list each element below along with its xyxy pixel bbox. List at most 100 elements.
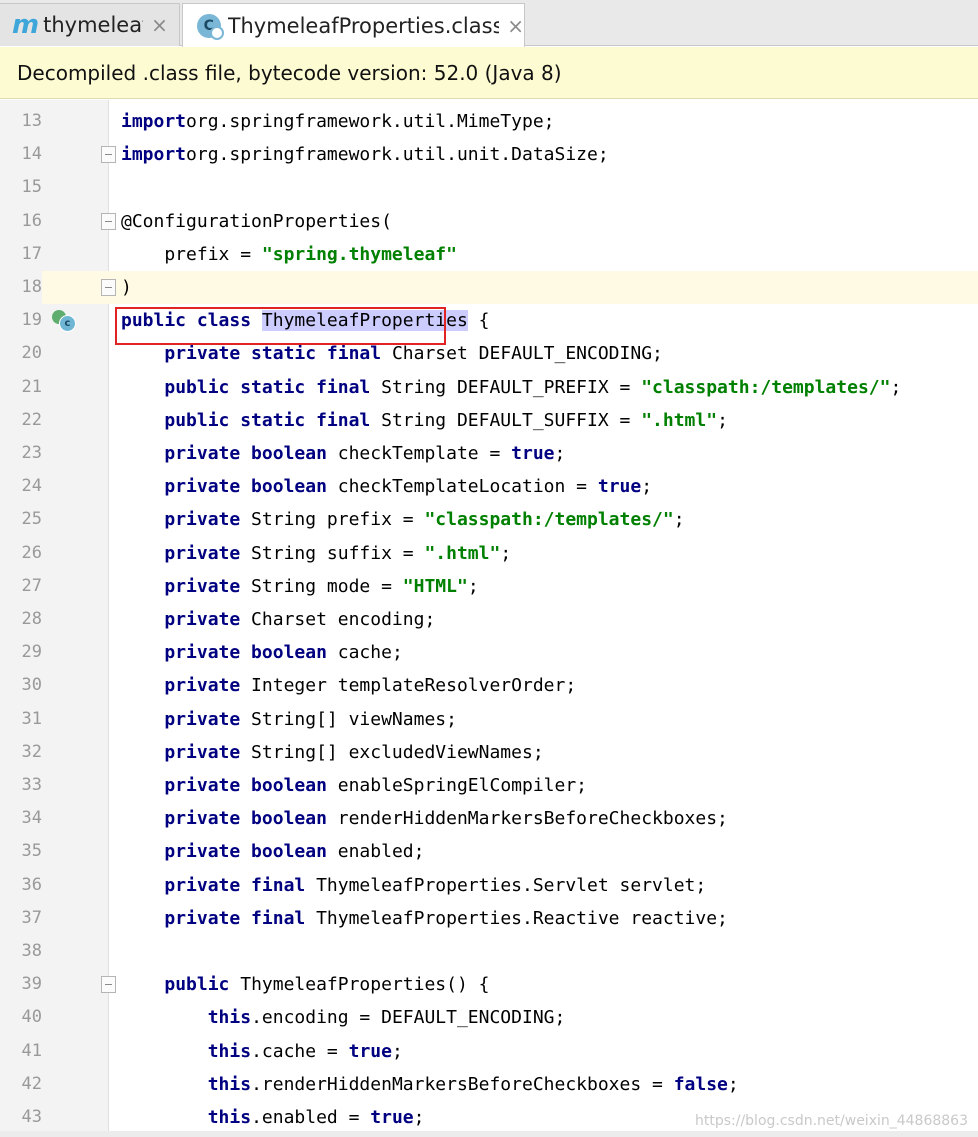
- code-line[interactable]: 16 @ConfigurationProperties(: [0, 205, 978, 238]
- code-line[interactable]: 37 private final ThymeleafProperties.Rea…: [0, 902, 978, 935]
- decompiled-notice-banner: Decompiled .class file, bytecode version…: [0, 47, 978, 99]
- line-number: 25: [21, 509, 42, 530]
- code-text[interactable]: private final ThymeleafProperties.Servle…: [121, 869, 706, 902]
- close-icon[interactable]: ×: [507, 14, 524, 38]
- code-text[interactable]: public static final String DEFAULT_SUFFI…: [121, 404, 728, 437]
- code-line[interactable]: 22 public static final String DEFAULT_SU…: [0, 404, 978, 437]
- code-text[interactable]: private String mode = "HTML";: [121, 570, 478, 603]
- code-text[interactable]: private boolean renderHiddenMarkersBefor…: [121, 802, 728, 835]
- code-text[interactable]: private boolean checkTemplate = true;: [121, 437, 565, 470]
- code-text[interactable]: private boolean checkTemplateLocation = …: [121, 470, 652, 503]
- code-line[interactable]: 14 importorg.springframework.util.unit.Da…: [0, 138, 978, 171]
- code-token: String DEFAULT_SUFFIX =: [370, 409, 642, 431]
- code-text[interactable]: public static final String DEFAULT_PREFI…: [121, 371, 901, 404]
- line-number: 26: [21, 542, 42, 563]
- code-text[interactable]: private final ThymeleafProperties.Reacti…: [121, 902, 728, 935]
- code-token: enabled;: [326, 841, 425, 863]
- code-token: prefix =: [121, 243, 262, 265]
- code-line[interactable]: 15: [0, 171, 978, 204]
- string-token: "HTML": [402, 575, 468, 597]
- code-text[interactable]: private String suffix = ".html";: [121, 537, 511, 570]
- close-icon[interactable]: ×: [151, 13, 168, 37]
- code-line[interactable]: 13 importorg.springframework.util.MimeTyp…: [0, 105, 978, 138]
- code-line[interactable]: 21 public static final String DEFAULT_PR…: [0, 371, 978, 404]
- tab-label: ThymeleafProperties.class: [227, 13, 500, 38]
- code-line[interactable]: 24 private boolean checkTemplateLocation…: [0, 470, 978, 503]
- code-line[interactable]: 38: [0, 935, 978, 968]
- code-text[interactable]: importorg.springframework.util.MimeType;: [121, 105, 555, 138]
- code-line[interactable]: 40 this.encoding = DEFAULT_ENCODING;: [0, 1001, 978, 1034]
- code-line[interactable]: 34 private boolean renderHiddenMarkersBe…: [0, 802, 978, 835]
- code-text[interactable]: public ThymeleafProperties() {: [121, 968, 489, 1001]
- code-text[interactable]: this.renderHiddenMarkersBeforeCheckboxes…: [121, 1068, 739, 1101]
- line-number: 30: [21, 675, 42, 696]
- fold-toggle-icon[interactable]: [101, 976, 116, 994]
- code-line[interactable]: 33 private boolean enableSpringElCompile…: [0, 769, 978, 802]
- code-text[interactable]: this.enabled = true;: [121, 1101, 425, 1134]
- code-line[interactable]: 17 prefix = "spring.thymeleaf": [0, 238, 978, 271]
- maven-module-icon: m: [12, 10, 40, 40]
- keyword-token: this: [207, 1040, 252, 1062]
- line-number: 14: [21, 144, 42, 165]
- fold-toggle-icon[interactable]: [101, 212, 116, 230]
- code-line[interactable]: 23 private boolean checkTemplate = true;: [0, 437, 978, 470]
- line-number: 24: [21, 476, 42, 497]
- code-text[interactable]: private String[] viewNames;: [121, 703, 457, 736]
- class-gutter-icon[interactable]: c: [52, 310, 76, 333]
- code-line[interactable]: 39 public ThymeleafProperties() {: [0, 968, 978, 1001]
- line-number: 40: [21, 1007, 42, 1028]
- code-line[interactable]: 28 private Charset encoding;: [0, 603, 978, 636]
- tab-thymeleaf[interactable]: m thymeleaf ×: [0, 3, 180, 46]
- keyword-token: public static final: [164, 376, 371, 398]
- code-text[interactable]: private String[] excludedViewNames;: [121, 736, 543, 769]
- keyword-token: private static final: [164, 343, 382, 365]
- code-text[interactable]: this.cache = true;: [121, 1035, 403, 1068]
- line-number: 17: [21, 243, 42, 264]
- code-text[interactable]: private boolean enableSpringElCompiler;: [121, 769, 587, 802]
- tab-thymeleaf-properties-class[interactable]: C ThymeleafProperties.class ×: [182, 3, 525, 47]
- code-text[interactable]: private String prefix = "classpath:/temp…: [121, 503, 684, 536]
- code-text[interactable]: importorg.springframework.util.unit.Data…: [121, 138, 609, 171]
- code-token: org.springframework.util.MimeType;: [186, 111, 555, 132]
- code-line[interactable]: 27 private String mode = "HTML";: [0, 570, 978, 603]
- code-editor[interactable]: 13 importorg.springframework.util.MimeTyp…: [0, 100, 978, 1137]
- code-text[interactable]: prefix = "spring.thymeleaf": [121, 238, 457, 271]
- code-line[interactable]: 31 private String[] viewNames;: [0, 703, 978, 736]
- code-line[interactable]: 30 private Integer templateResolverOrder…: [0, 669, 978, 702]
- keyword-token: private boolean: [164, 443, 327, 464]
- fold-toggle-icon[interactable]: [101, 279, 116, 296]
- keyword-token: this: [207, 1007, 252, 1029]
- horizontal-scrollbar[interactable]: [0, 1131, 978, 1137]
- tab-label: thymeleaf: [43, 13, 144, 37]
- code-text[interactable]: private Charset encoding;: [121, 603, 435, 636]
- keyword-token: private: [164, 741, 241, 763]
- line-number: 37: [21, 907, 42, 928]
- code-token: ThymeleafProperties() {: [229, 974, 490, 996]
- code-line[interactable]: 25 private String prefix = "classpath:/t…: [0, 503, 978, 536]
- keyword-token: this: [207, 1073, 252, 1095]
- code-text[interactable]: this.encoding = DEFAULT_ENCODING;: [121, 1001, 566, 1034]
- code-line[interactable]: 26 private String suffix = ".html";: [0, 537, 978, 570]
- keyword-token: private boolean: [164, 642, 327, 664]
- code-line[interactable]: 41 this.cache = true;: [0, 1035, 978, 1068]
- fold-toggle-icon[interactable]: [101, 146, 116, 164]
- code-text[interactable]: ): [121, 271, 132, 304]
- line-number: 32: [21, 741, 42, 762]
- code-token: org.springframework.util.unit.DataSize;: [186, 144, 609, 166]
- code-line[interactable]: 32 private String[] excludedViewNames;: [0, 736, 978, 769]
- code-line[interactable]: 36 private final ThymeleafProperties.Ser…: [0, 869, 978, 902]
- code-text[interactable]: private boolean cache;: [121, 636, 402, 669]
- code-line[interactable]: 18): [0, 271, 978, 304]
- code-text[interactable]: @ConfigurationProperties(: [121, 205, 392, 238]
- code-line[interactable]: 42 this.renderHiddenMarkersBeforeCheckbo…: [0, 1068, 978, 1101]
- code-text[interactable]: private Integer templateResolverOrder;: [121, 669, 576, 702]
- code-line[interactable]: 29 private boolean cache;: [0, 636, 978, 669]
- code-line[interactable]: 35 private boolean enabled;: [0, 835, 978, 868]
- code-text[interactable]: private boolean enabled;: [121, 835, 424, 868]
